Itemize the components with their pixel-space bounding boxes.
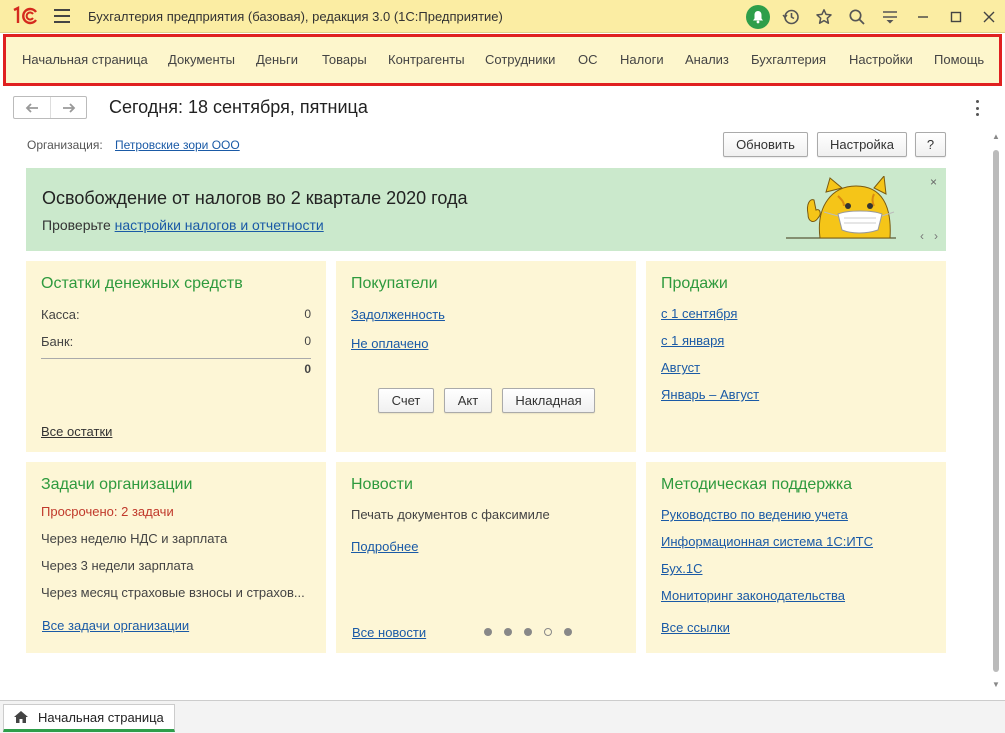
panel-title: Продажи [661,275,728,292]
tasks-panel: Задачи организации Просрочено: 2 задачи … [26,462,326,653]
sales-jan-aug-link[interactable]: Январь – Август [661,387,759,402]
menu-item-employees[interactable]: Сотрудники [485,52,555,67]
all-links-link[interactable]: Все ссылки [661,620,730,635]
sales-since-september-link[interactable]: с 1 сентября [661,306,737,321]
news-panel: Новости Печать документов с факсимиле По… [336,462,636,653]
banner-prev-icon[interactable]: ‹ [920,229,924,243]
total-value: 0 [304,362,311,376]
customize-button[interactable]: Настройка [817,132,907,157]
news-pager-dot[interactable] [564,628,572,636]
banner-next-icon[interactable]: › [934,229,938,243]
cash-balances-panel: Остатки денежных средств Касса: 0 Банк: … [26,261,326,452]
cat-mascot-icon [786,174,896,245]
tax-settings-link[interactable]: настройки налогов и отчетности [115,217,324,233]
title-bar: Бухгалтерия предприятия (базовая), редак… [0,0,1005,33]
panel-title: Покупатели [351,275,438,292]
all-tasks-link[interactable]: Все задачи организации [42,618,189,633]
invoice-button[interactable]: Счет [378,388,434,413]
all-balances-link[interactable]: Все остатки [41,424,112,439]
support-panel: Методическая поддержка Руководство по ве… [646,462,946,653]
sales-since-january-link[interactable]: с 1 января [661,333,724,348]
banner-close-icon[interactable]: × [930,175,937,189]
help-button[interactable]: ? [915,132,946,157]
menu-item-money[interactable]: Деньги [256,52,298,67]
task-item[interactable]: Через неделю НДС и зарплата [41,531,227,546]
news-more-link[interactable]: Подробнее [351,539,418,554]
debt-link[interactable]: Задолженность [351,307,445,322]
promo-banner: Освобождение от налогов во 2 квартале 20… [26,168,946,251]
news-pager-dot-active[interactable] [544,628,552,636]
maximize-icon[interactable] [939,0,972,33]
main-menu-icon[interactable] [54,9,70,23]
cash-desk-label: Касса: [41,307,80,322]
scroll-thumb[interactable] [993,150,999,672]
news-pager-dot[interactable] [484,628,492,636]
task-item[interactable]: Через 3 недели зарплата [41,558,193,573]
menu-item-settings[interactable]: Настройки [849,52,913,67]
news-headline: Печать документов с факсимиле [351,507,550,522]
bank-label: Банк: [41,334,74,349]
tab-home[interactable]: Начальная страница [3,704,175,732]
menu-item-documents[interactable]: Документы [168,52,235,67]
vertical-scrollbar[interactable]: ▲ ▼ [989,130,1003,692]
sales-panel: Продажи с 1 сентября с 1 января Август Я… [646,261,946,452]
sections-menu-bar: Начальная страница Документы Деньги Това… [3,34,1002,86]
its-system-link[interactable]: Информационная система 1С:ИТС [661,534,873,549]
scroll-up-icon[interactable]: ▲ [992,132,1000,141]
banner-text-prefix: Проверьте [42,217,115,233]
home-icon [12,709,30,725]
notifications-bell-icon[interactable] [741,0,774,33]
panel-title: Новости [351,476,413,493]
news-pager [484,628,572,636]
news-pager-dot[interactable] [524,628,532,636]
panel-title: Остатки денежных средств [41,275,243,292]
menu-item-goods[interactable]: Товары [322,52,367,67]
page-title: Сегодня: 18 сентября, пятница [109,97,368,117]
1c-logo-icon [10,6,40,26]
banner-title: Освобождение от налогов во 2 квартале 20… [42,188,468,208]
cash-desk-value: 0 [304,307,311,321]
menu-item-counterparties[interactable]: Контрагенты [388,52,465,67]
menu-item-analysis[interactable]: Анализ [685,52,729,67]
menu-item-help[interactable]: Помощь [934,52,984,67]
settings-dropdown-icon[interactable] [873,0,906,33]
menu-item-accounting[interactable]: Бухгалтерия [751,52,826,67]
waybill-button[interactable]: Накладная [502,388,595,413]
legislation-monitoring-link[interactable]: Мониторинг законодательства [661,588,845,603]
organization-link[interactable]: Петровские зори ООО [115,138,240,152]
all-news-link[interactable]: Все новости [352,625,426,640]
buyers-panel: Покупатели Задолженность Не оплачено Сче… [336,261,636,452]
organization-label: Организация: [27,138,103,152]
menu-item-home[interactable]: Начальная страница [22,52,148,67]
bank-value: 0 [304,334,311,348]
scroll-down-icon[interactable]: ▼ [992,680,1000,689]
overdue-tasks-text[interactable]: Просрочено: 2 задачи [41,504,174,519]
favorites-star-icon[interactable] [807,0,840,33]
banner-text: Проверьте настройки налогов и отчетности [42,217,324,233]
panel-title: Методическая поддержка [661,476,853,493]
minimize-icon[interactable] [906,0,939,33]
menu-item-taxes[interactable]: Налоги [620,52,664,67]
app-title: Бухгалтерия предприятия (базовая), редак… [88,8,503,24]
forward-arrow-icon[interactable] [50,97,86,118]
menu-item-fixed-assets[interactable]: ОС [578,52,598,67]
back-arrow-icon[interactable] [14,97,50,118]
act-button[interactable]: Акт [444,388,492,413]
accounting-guide-link[interactable]: Руководство по ведению учета [661,507,848,522]
task-item[interactable]: Через месяц страховые взносы и страхов..… [41,585,305,600]
panel-title: Задачи организации [41,476,193,493]
sales-august-link[interactable]: Август [661,360,700,375]
news-pager-dot[interactable] [504,628,512,636]
refresh-button[interactable]: Обновить [723,132,808,157]
more-actions-icon[interactable] [972,100,982,116]
buh1c-link[interactable]: Бух.1С [661,561,702,576]
history-navigation [13,96,87,119]
close-icon[interactable] [972,0,1005,33]
open-windows-bar: Начальная страница [0,700,1005,733]
divider [41,358,311,359]
unpaid-link[interactable]: Не оплачено [351,336,428,351]
search-icon[interactable] [840,0,873,33]
tab-label: Начальная страница [38,709,164,725]
history-icon[interactable] [774,0,807,33]
